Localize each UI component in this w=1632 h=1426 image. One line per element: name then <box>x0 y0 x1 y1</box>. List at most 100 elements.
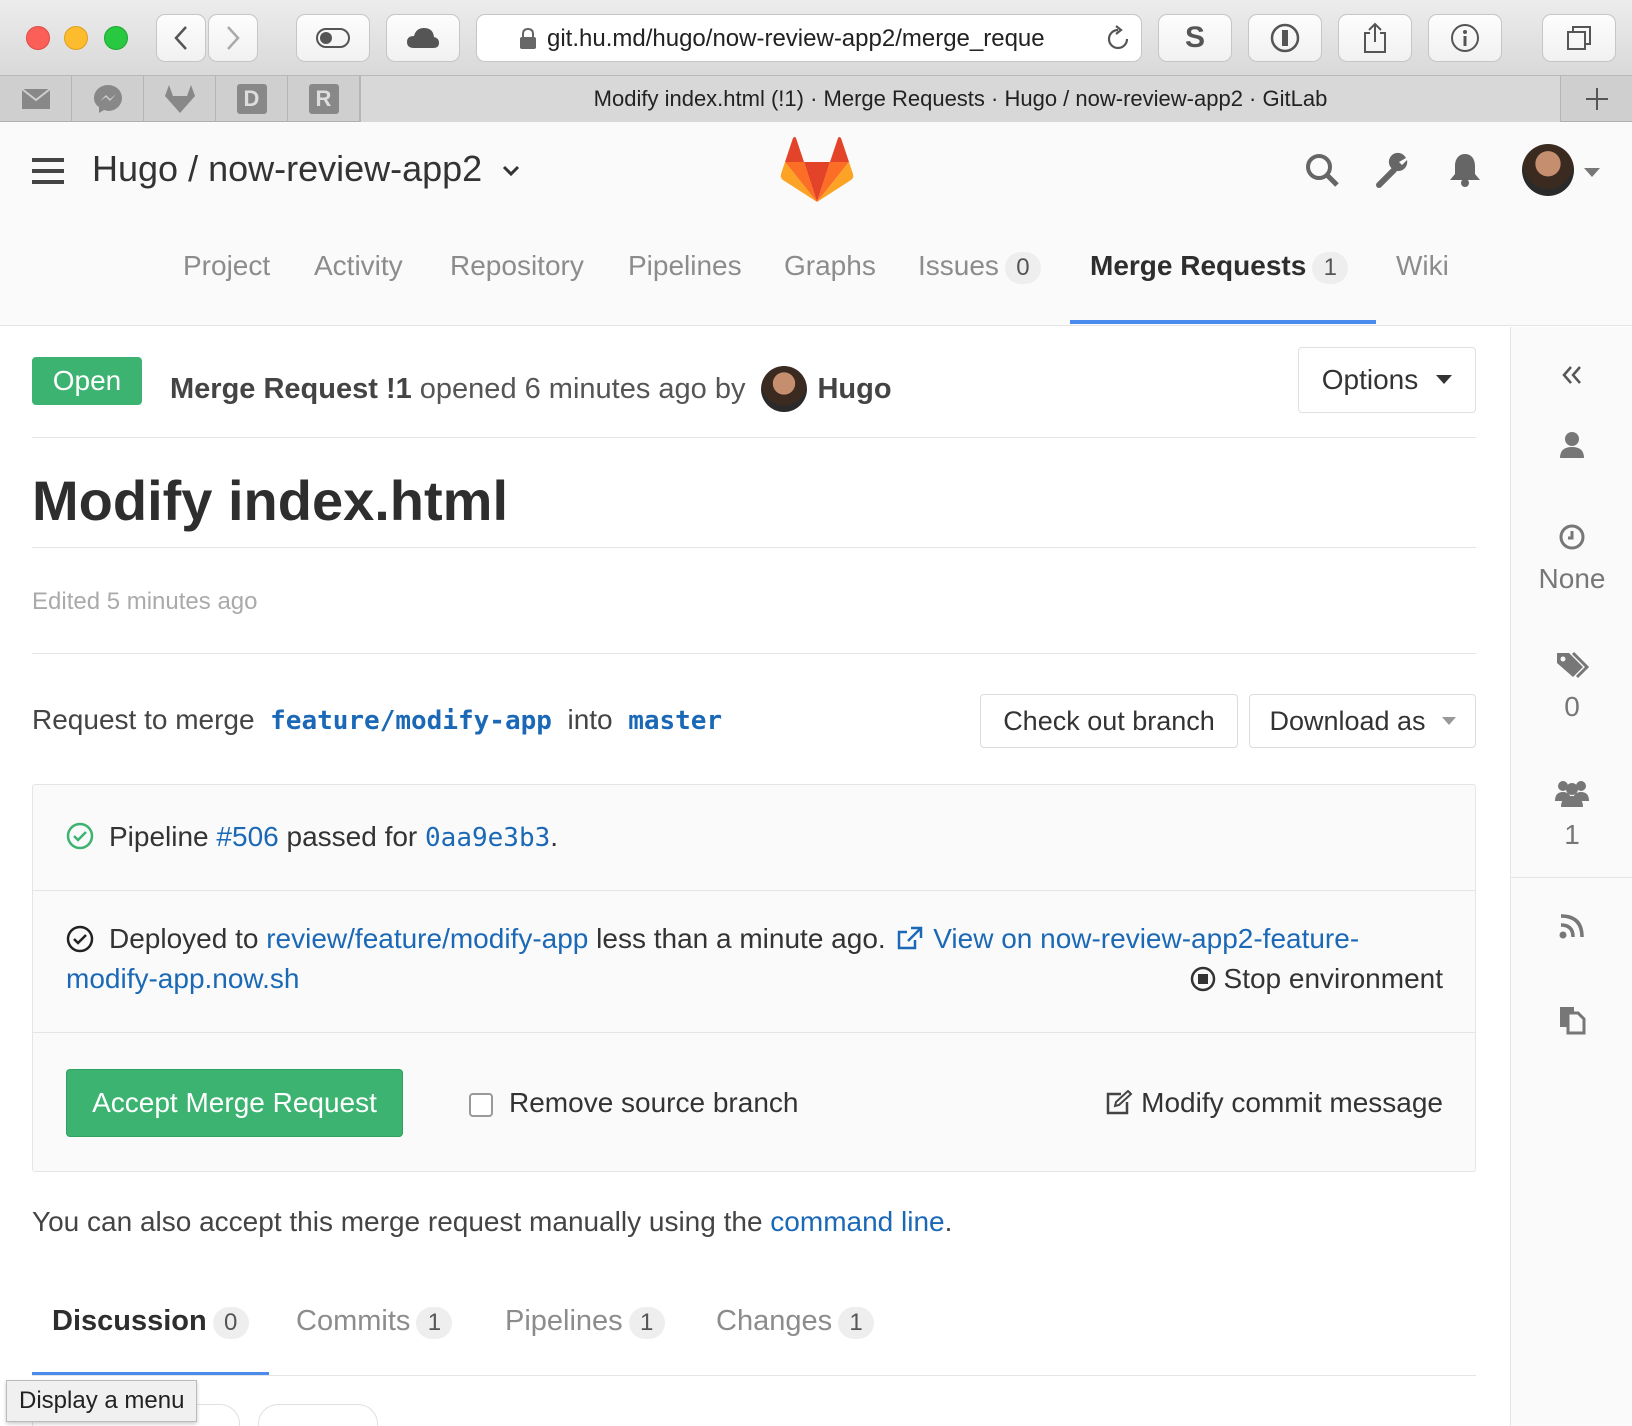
divider <box>32 1375 1476 1376</box>
active-tab[interactable]: Modify index.html (!1) · Merge Requests … <box>360 76 1560 122</box>
pipeline-status-row: Pipeline #506 passed for 0aa9e3b3. <box>33 785 1475 891</box>
tabs-icon <box>1567 26 1591 50</box>
tab-title: Modify index.html (!1) · Merge Requests … <box>593 86 1328 111</box>
nav-activity[interactable]: Activity <box>314 250 403 282</box>
tab-pipelines[interactable]: Pipelines 1 <box>505 1305 665 1339</box>
environment-link[interactable]: review/feature/modify-app <box>266 923 588 954</box>
1password-icon <box>1270 23 1300 53</box>
right-sidebar: None 0 1 <box>1510 327 1632 1426</box>
copy-icon <box>1560 1007 1586 1035</box>
deployment-text: Deployed to review/feature/modify-app le… <box>109 923 1360 954</box>
caret-down-icon <box>1441 716 1456 725</box>
favorite-gitlab[interactable] <box>144 76 216 122</box>
caret-down-icon[interactable] <box>1584 168 1600 178</box>
users-icon <box>1555 781 1589 807</box>
source-branch-link[interactable]: feature/modify-app <box>270 706 552 736</box>
check-out-branch-button[interactable]: Check out branch <box>980 694 1238 748</box>
new-tab-button[interactable] <box>1560 76 1632 122</box>
author-name[interactable]: Hugo <box>817 373 891 406</box>
sidebar-subscribe[interactable] <box>1511 913 1632 939</box>
sidebar-participants[interactable]: 1 <box>1511 779 1632 851</box>
reload-icon[interactable] <box>1105 25 1131 53</box>
password-manager-button[interactable] <box>1248 14 1322 62</box>
back-button[interactable] <box>156 14 206 62</box>
close-window-button[interactable] <box>26 26 50 50</box>
add-award-button[interactable] <box>258 1404 378 1426</box>
remove-source-branch-checkbox[interactable] <box>469 1093 493 1117</box>
r-icon: R <box>308 84 339 114</box>
sidebar-labels[interactable]: 0 <box>1511 651 1632 723</box>
tooltip: Display a menu <box>6 1380 198 1422</box>
download-as-dropdown[interactable]: Download as <box>1249 694 1476 748</box>
nav-merge-requests[interactable]: Merge Requests 1 <box>1090 250 1349 284</box>
view-app-link-cont[interactable]: modify-app.now.sh <box>66 963 299 995</box>
nav-active-indicator <box>1070 320 1376 324</box>
mr-meta: Merge Request !1 opened 6 minutes ago by… <box>170 366 892 412</box>
pipelines-count-badge: 1 <box>628 1307 665 1339</box>
nav-issues[interactable]: Issues 0 <box>918 250 1041 284</box>
minimize-window-button[interactable] <box>64 26 88 50</box>
toggle-icon <box>316 28 350 48</box>
wrench-icon[interactable] <box>1376 152 1412 188</box>
pipeline-link[interactable]: #506 <box>216 821 278 852</box>
sidebar-divider <box>1511 877 1632 878</box>
tab-discussion[interactable]: Discussion 0 <box>52 1305 249 1339</box>
tab-commits[interactable]: Commits 1 <box>296 1305 453 1339</box>
merge-requests-count-badge: 1 <box>1312 252 1349 284</box>
cloud-icon <box>407 28 439 48</box>
target-branch-link[interactable]: master <box>628 706 722 736</box>
info-button[interactable] <box>1428 14 1502 62</box>
d-icon: D <box>236 84 267 114</box>
extension-s-button[interactable]: S <box>1158 14 1232 62</box>
options-dropdown-button[interactable]: Options <box>1298 347 1476 413</box>
mail-icon <box>20 88 51 109</box>
search-icon[interactable] <box>1304 152 1340 188</box>
tags-icon <box>1557 651 1589 679</box>
nav-graphs[interactable]: Graphs <box>784 250 876 282</box>
command-line-link[interactable]: command line <box>770 1206 944 1237</box>
nav-project[interactable]: Project <box>183 250 270 282</box>
user-avatar[interactable] <box>1522 144 1574 196</box>
divider <box>32 437 1476 438</box>
sidebar-assignee[interactable] <box>1511 431 1632 459</box>
collapse-sidebar-button[interactable] <box>1511 365 1632 385</box>
stop-environment-button[interactable]: Stop environment <box>1190 963 1443 995</box>
nav-repository[interactable]: Repository <box>450 250 584 282</box>
address-bar[interactable]: git.hu.md/hugo/now-review-app2/merge_req… <box>476 14 1142 62</box>
cloud-button[interactable] <box>386 14 460 62</box>
share-button[interactable] <box>1338 14 1412 62</box>
merge-branch-info: Request to merge feature/modify-app into… <box>32 704 723 736</box>
browser-toolbar: git.hu.md/hugo/now-review-app2/merge_req… <box>0 0 1632 76</box>
reader-toggle-button[interactable] <box>296 14 370 62</box>
zoom-window-button[interactable] <box>104 26 128 50</box>
sidebar-copy-reference[interactable] <box>1511 1005 1632 1035</box>
favorite-mail[interactable] <box>0 76 72 122</box>
stop-circle-icon <box>1190 966 1215 992</box>
remove-source-branch-label[interactable]: Remove source branch <box>509 1087 798 1119</box>
milestone-value: None <box>1538 563 1606 594</box>
lock-icon <box>520 28 536 49</box>
project-title[interactable]: Hugo / now-review-app2 <box>92 148 520 190</box>
bell-icon[interactable] <box>1448 152 1482 188</box>
labels-count: 0 <box>1564 691 1580 722</box>
favorite-r[interactable]: R <box>288 76 360 122</box>
hamburger-menu-icon[interactable] <box>32 158 64 184</box>
tabs-overview-button[interactable] <box>1542 14 1616 62</box>
url-text: git.hu.md/hugo/now-review-app2/merge_req… <box>547 25 1045 52</box>
gitlab-logo-icon[interactable] <box>780 136 854 204</box>
tab-changes[interactable]: Changes 1 <box>716 1305 875 1339</box>
author-avatar[interactable] <box>761 366 808 412</box>
sidebar-milestone[interactable]: None <box>1511 523 1632 595</box>
favorite-d[interactable]: D <box>216 76 288 122</box>
s-icon: S <box>1184 21 1205 54</box>
forward-button[interactable] <box>208 14 258 62</box>
favorite-messenger[interactable] <box>72 76 144 122</box>
commit-link[interactable]: 0aa9e3b3 <box>425 823 550 853</box>
nav-pipelines[interactable]: Pipelines <box>628 250 742 282</box>
double-chevron-left-icon <box>1562 366 1581 384</box>
modify-commit-message-button[interactable]: Modify commit message <box>1105 1087 1443 1119</box>
view-app-link[interactable]: View on now-review-app2-feature- <box>933 923 1359 954</box>
nav-wiki[interactable]: Wiki <box>1396 250 1449 282</box>
user-icon <box>1560 432 1584 458</box>
accept-merge-request-button[interactable]: Accept Merge Request <box>66 1069 403 1137</box>
